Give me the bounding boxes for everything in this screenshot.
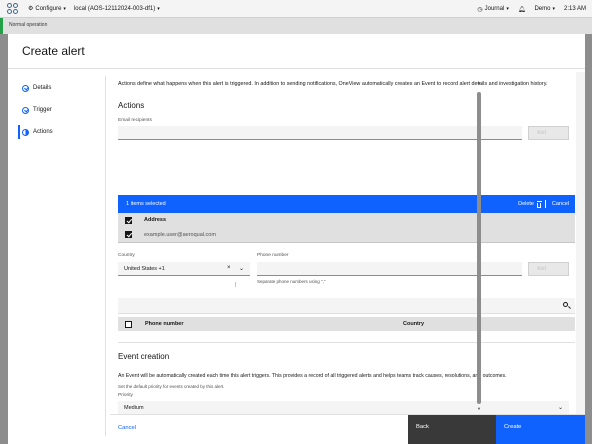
checkmark-circle-icon [22, 84, 29, 92]
section-divider [118, 342, 575, 343]
event-description: An Event will be automatically created e… [118, 373, 507, 379]
context-label: local (AOS-12112024-003-df1) [73, 5, 156, 12]
modal-header-divider [8, 68, 585, 69]
phone-add-button[interactable]: Add [528, 262, 569, 276]
gear-icon: ⚙ [28, 6, 34, 12]
country-label: Country [118, 253, 135, 258]
actions-heading: Actions [118, 101, 145, 110]
chevron-down-icon: ▾ [157, 5, 160, 12]
field-separator [235, 282, 236, 287]
app-logo-icon[interactable] [6, 2, 20, 16]
batch-divider [545, 200, 546, 208]
chevron-down-icon[interactable]: ⌄ [239, 265, 244, 272]
step-label: Trigger [33, 107, 52, 113]
user-menu[interactable]: Demo ▾ [534, 6, 555, 12]
context-selector[interactable]: local (AOS-12112024-003-df1) ▾ [74, 6, 160, 12]
batch-cancel-button[interactable]: Cancel [552, 195, 569, 213]
cancel-label: Cancel [551, 201, 569, 207]
modal-footer: Cancel Back Create [110, 414, 585, 444]
step-trigger[interactable]: Trigger [22, 104, 52, 116]
chevron-down-icon: ▾ [506, 6, 509, 12]
step-actions[interactable]: Actions [22, 126, 53, 138]
phone-number-input[interactable] [257, 262, 522, 276]
scroll-down-icon[interactable]: ▼ [477, 406, 481, 411]
clock-icon: ◷ [477, 6, 483, 13]
email-table-header: Address [118, 213, 575, 227]
country-value: United States +1 [124, 265, 165, 272]
select-all-checkbox[interactable] [125, 216, 132, 224]
current-step-indicator [18, 125, 20, 139]
status-accent [0, 18, 3, 34]
table-row[interactable]: example.user@aeroqual.com [118, 227, 575, 243]
journal-label: Journal [484, 6, 505, 12]
journal-menu[interactable]: ◷ Journal ▾ [477, 6, 508, 13]
country-column-header: Country [403, 321, 425, 327]
half-circle-icon [22, 128, 29, 136]
priority-value: Medium [124, 404, 144, 411]
phone-table-header: Phone number Country [118, 317, 575, 331]
email-recipients-label: Email recipients [118, 118, 152, 123]
priority-select[interactable]: Medium ⌄ [118, 401, 569, 414]
phone-number-column-header: Phone number [145, 321, 184, 327]
step-label: Actions [33, 129, 53, 135]
phone-search-input[interactable] [118, 298, 575, 314]
event-creation-heading: Event creation [118, 352, 170, 361]
modal-content: Actions define what happens when this al… [110, 72, 585, 414]
configure-label: Configure [35, 5, 62, 12]
phone-number-label: Phone number [257, 253, 289, 258]
search-icon[interactable] [563, 302, 568, 307]
email-recipients-input[interactable] [118, 126, 522, 140]
configure-menu[interactable]: ⚙ Configure ▾ [28, 5, 66, 13]
cancel-button[interactable]: Cancel [118, 425, 136, 431]
priority-label: Priority [118, 393, 133, 398]
create-button[interactable]: Create [496, 415, 585, 444]
content-panel: Actions define what happens when this al… [110, 72, 576, 414]
phone-helper-text: Separate phone numbers using "," [257, 279, 326, 284]
chevron-down-icon: ⌄ [557, 405, 563, 411]
selected-count: 1 items selected [126, 201, 166, 207]
scroll-up-icon[interactable]: ▲ [477, 80, 481, 85]
back-button[interactable]: Back [408, 415, 496, 444]
delete-label: Delete [518, 201, 534, 207]
notifications-icon[interactable]: 🔔︎ [518, 6, 526, 13]
trash-icon [536, 200, 542, 208]
delete-button[interactable]: Delete [518, 195, 542, 213]
clear-icon[interactable]: × [227, 265, 231, 271]
modal-title: Create alert [22, 44, 85, 58]
user-label: Demo [534, 6, 551, 12]
row-checkbox[interactable] [125, 231, 132, 238]
select-all-checkbox[interactable] [125, 320, 132, 328]
clock-time: 2:13 AM [563, 6, 586, 12]
address-column-header: Address [144, 217, 167, 223]
create-alert-modal: Create alert Details Trigger Actions Act… [8, 34, 585, 444]
status-strip: Normal operation [0, 18, 592, 34]
priority-helper-text: Set the default priority for events crea… [118, 384, 225, 389]
content-scrollbar[interactable] [477, 92, 481, 404]
batch-action-bar: 1 items selected Delete Cancel [118, 195, 575, 213]
checkmark-circle-icon [22, 106, 29, 114]
email-address: example.user@aeroqual.com [144, 231, 216, 238]
progress-steps: Details Trigger Actions [18, 76, 106, 436]
step-label: Details [33, 85, 52, 91]
chevron-down-icon: ▾ [63, 5, 66, 12]
email-add-button[interactable]: Add [528, 126, 569, 140]
top-app-bar: ⚙ Configure ▾ local (AOS-12112024-003-df… [0, 0, 592, 18]
chevron-down-icon: ▾ [552, 6, 555, 12]
status-label: Normal operation [9, 22, 48, 28]
step-details[interactable]: Details [22, 82, 51, 94]
intro-text: Actions define what happens when this al… [118, 81, 548, 87]
